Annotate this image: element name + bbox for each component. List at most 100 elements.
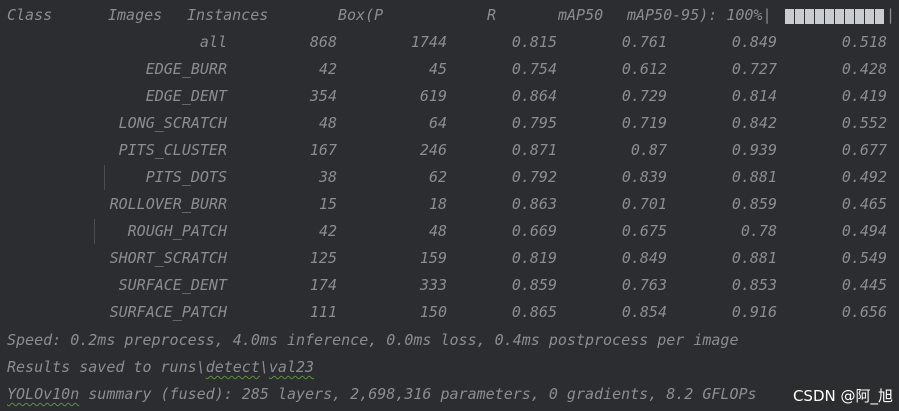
cell-precision: 0.669 — [511, 222, 557, 240]
results-saved-prefix: Results saved to runs\ — [7, 358, 206, 376]
cell-map50: 0.842 — [731, 114, 777, 132]
cell-recall: 0.87 — [630, 141, 667, 159]
header-map50-95: mAP50-95): 100%| — [627, 6, 772, 24]
cell-images: 111 — [309, 303, 337, 321]
csdn-watermark: CSDN @阿_旭 — [790, 385, 895, 406]
cell-map50: 0.853 — [731, 276, 777, 294]
cell-map50: 0.859 — [731, 195, 777, 213]
cell-precision: 0.815 — [511, 33, 557, 51]
table-row: ROUGH_PATCH 42 48 0.669 0.675 0.78 0.494 — [0, 218, 899, 245]
cell-instances: 619 — [419, 87, 447, 105]
model-summary-line: YOLOv10n summary (fused): 285 layers, 2,… — [7, 381, 757, 408]
cell-map50: 0.939 — [731, 141, 777, 159]
results-saved-line: Results saved to runs\detect\val23 — [7, 354, 314, 381]
cell-images: 42 — [318, 60, 337, 78]
table-row: EDGE_BURR 42 45 0.754 0.612 0.727 0.428 — [0, 56, 899, 83]
cell-map50-95: 0.552 — [841, 114, 887, 132]
cell-map50-95: 0.494 — [841, 222, 887, 240]
cell-map50-95: 0.677 — [841, 141, 887, 159]
table-row: LONG_SCRATCH 48 64 0.795 0.719 0.842 0.552 — [0, 110, 899, 137]
cell-class: EDGE_DENT — [145, 87, 227, 105]
cell-instances: 18 — [428, 195, 447, 213]
cell-map50-95: 0.428 — [841, 60, 887, 78]
cell-class: SURFACE_DENT — [118, 276, 227, 294]
cell-class: SURFACE_PATCH — [109, 303, 227, 321]
cell-instances: 48 — [428, 222, 447, 240]
cell-precision: 0.754 — [511, 60, 557, 78]
cell-precision: 0.864 — [511, 87, 557, 105]
indent-guide — [94, 219, 95, 244]
header-instances: Instances — [187, 6, 269, 24]
cell-class: LONG_SCRATCH — [118, 114, 227, 132]
cell-map50: 0.881 — [731, 249, 777, 267]
cell-map50: 0.916 — [731, 303, 777, 321]
results-path-val[interactable]: val23 — [269, 358, 314, 376]
cell-images: 42 — [318, 222, 337, 240]
cell-recall: 0.763 — [621, 276, 667, 294]
cell-instances: 150 — [419, 303, 447, 321]
terminal-output[interactable]: Class Images Instances Box(P R mAP50 mAP… — [0, 0, 899, 411]
cell-precision: 0.792 — [511, 168, 557, 186]
cell-map50-95: 0.518 — [841, 33, 887, 51]
indent-guide — [104, 165, 105, 190]
table-row: all 868 1744 0.815 0.761 0.849 0.518 — [0, 29, 899, 56]
cell-recall: 0.675 — [621, 222, 667, 240]
table-row: ROLLOVER_BURR 15 18 0.863 0.701 0.859 0.465 — [0, 191, 899, 218]
cell-class: PITS_CLUSTER — [118, 141, 227, 159]
cell-images: 174 — [309, 276, 337, 294]
cell-recall: 0.761 — [621, 33, 667, 51]
cell-class: EDGE_BURR — [145, 60, 227, 78]
cell-precision: 0.865 — [511, 303, 557, 321]
cell-images: 354 — [309, 87, 337, 105]
cell-map50-95: 0.492 — [841, 168, 887, 186]
progress-bar-end: | — [886, 6, 896, 24]
cell-recall: 0.854 — [621, 303, 667, 321]
cell-precision: 0.863 — [511, 195, 557, 213]
table-row: PITS_DOTS 38 62 0.792 0.839 0.881 0.492 — [0, 164, 899, 191]
cell-precision: 0.819 — [511, 249, 557, 267]
cell-recall: 0.839 — [621, 168, 667, 186]
cell-precision: 0.795 — [511, 114, 557, 132]
cell-images: 15 — [318, 195, 337, 213]
cell-images: 38 — [318, 168, 337, 186]
header-map50: mAP50 — [558, 6, 604, 24]
cell-class: ROLLOVER_BURR — [109, 195, 227, 213]
cell-precision: 0.871 — [511, 141, 557, 159]
cell-instances: 159 — [419, 249, 447, 267]
cell-recall: 0.849 — [621, 249, 667, 267]
table-row: SHORT_SCRATCH 125 159 0.819 0.849 0.881 0.549 — [0, 245, 899, 272]
cell-instances: 246 — [419, 141, 447, 159]
metrics-header: Class Images Instances Box(P R mAP50 mAP… — [0, 2, 899, 29]
header-box-p: Box(P — [338, 6, 384, 24]
table-row: EDGE_DENT 354 619 0.864 0.729 0.814 0.419 — [0, 83, 899, 110]
cell-map50: 0.814 — [731, 87, 777, 105]
cell-map50-95: 0.445 — [841, 276, 887, 294]
cell-images: 868 — [309, 33, 337, 51]
cell-images: 167 — [309, 141, 337, 159]
cell-class: ROUGH_PATCH — [127, 222, 227, 240]
cell-instances: 62 — [428, 168, 447, 186]
results-path-detect[interactable]: detect — [206, 358, 260, 376]
cell-images: 125 — [309, 249, 337, 267]
speed-line: Speed: 0.2ms preprocess, 4.0ms inference… — [7, 331, 739, 349]
cell-map50-95: 0.419 — [841, 87, 887, 105]
cell-map50: 0.78 — [740, 222, 777, 240]
header-r: R — [487, 6, 497, 24]
header-class: Class — [7, 6, 53, 24]
model-summary-text: YOLOv10n summary (fused): 285 layers, 2,… — [7, 385, 757, 403]
results-path-sep: \ — [259, 358, 269, 376]
cell-instances: 45 — [428, 60, 447, 78]
model-summary-rest: summary (fused): 285 layers, 2,698,316 p… — [79, 385, 757, 403]
table-row: SURFACE_PATCH 111 150 0.865 0.854 0.916 0.656 — [0, 299, 899, 326]
progress-bar — [785, 9, 885, 24]
cell-instances: 64 — [428, 114, 447, 132]
cell-map50: 0.881 — [731, 168, 777, 186]
cell-recall: 0.719 — [621, 114, 667, 132]
cell-images: 48 — [318, 114, 337, 132]
cell-class: all — [199, 33, 227, 51]
cell-recall: 0.729 — [621, 87, 667, 105]
cell-recall: 0.612 — [621, 60, 667, 78]
header-images: Images — [108, 6, 163, 24]
cell-recall: 0.701 — [621, 195, 667, 213]
cell-instances: 1744 — [410, 33, 447, 51]
